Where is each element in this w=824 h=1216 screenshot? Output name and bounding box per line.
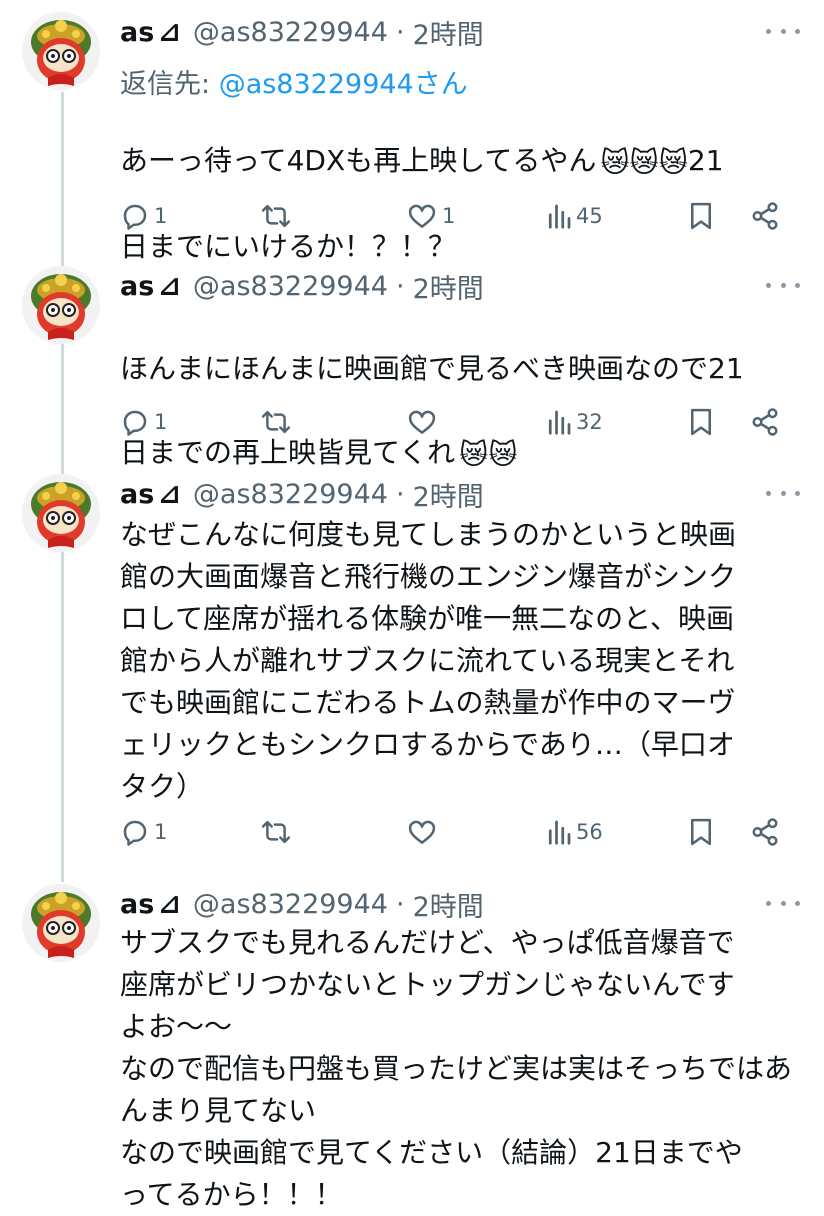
bookmark-icon [691, 818, 711, 846]
more-icon[interactable] [766, 16, 800, 46]
name-badge: ⊿ [158, 16, 181, 48]
more-icon[interactable] [766, 270, 800, 300]
retweet-icon [261, 204, 291, 228]
display-name[interactable]: as [120, 271, 154, 302]
retweet-button[interactable] [260, 402, 296, 442]
separator-dot: · [395, 888, 405, 920]
user-handle[interactable]: @as83229944 [193, 479, 388, 510]
view-count: 32 [576, 410, 603, 434]
heart-icon [408, 820, 436, 844]
separator-dot: · [395, 16, 405, 48]
reply-count: 1 [154, 410, 168, 434]
avatar[interactable] [22, 12, 100, 90]
action-bar: 1 1 45 [120, 196, 784, 236]
tweet-header: as ⊿ @as83229944 · 2時間 [120, 12, 484, 52]
crying-cat-emoji: 😿😿😿 [600, 146, 688, 179]
timestamp[interactable]: 2時間 [413, 475, 484, 514]
display-name[interactable]: as [120, 479, 154, 510]
display-name[interactable]: as [120, 889, 154, 920]
reply-icon [123, 820, 147, 846]
views-icon [548, 820, 571, 845]
timestamp[interactable]: 2時間 [413, 13, 484, 52]
tweet[interactable]: as ⊿ @as83229944 · 2時間 なぜこんなに何度も見てしまうのかと… [0, 474, 824, 874]
share-button[interactable] [750, 812, 780, 852]
reply-button[interactable]: 1 [120, 196, 167, 236]
name-badge: ⊿ [158, 888, 181, 920]
view-count: 45 [576, 204, 603, 228]
avatar[interactable] [22, 266, 100, 344]
reply-icon [123, 204, 147, 230]
tweet-text-line: あーっ待って4DXも再上映してるやん [120, 144, 597, 177]
tweet-text: なぜこんなに何度も見てしまうのかというと映画 館の大画面爆音と飛行機のエンジン爆… [120, 518, 737, 803]
avatar[interactable] [22, 474, 100, 552]
view-count: 56 [576, 820, 603, 844]
separator-dot: · [395, 478, 405, 510]
views-button[interactable]: 45 [546, 196, 603, 236]
reply-button[interactable]: 1 [120, 812, 167, 852]
like-button[interactable] [406, 812, 442, 852]
user-handle[interactable]: @as83229944 [193, 271, 388, 302]
share-icon [752, 202, 778, 230]
tweet-text: ほんまにほんまに映画館で見るべき映画なので21 日までの再上映皆見てくれ 😿😿 [120, 306, 800, 476]
retweet-icon [261, 820, 291, 844]
reply-count: 1 [154, 820, 168, 844]
bookmark-button[interactable] [688, 196, 714, 236]
avatar[interactable] [22, 884, 100, 962]
retweet-icon [261, 410, 291, 434]
action-bar: 1 32 [120, 402, 784, 442]
share-button[interactable] [750, 196, 780, 236]
reply-count: 1 [154, 204, 168, 228]
timestamp[interactable]: 2時間 [413, 885, 484, 924]
tweet-text: サブスクでも見れるんだけど、やっぱ低音爆音で 座席がビリつかないとトップガンじゃ… [120, 926, 793, 1211]
bookmark-icon [691, 202, 711, 230]
more-icon[interactable] [766, 888, 800, 918]
tweet[interactable]: as ⊿ @as83229944 · 2時間 ほんまにほんまに映画館で見るべき映… [0, 266, 824, 471]
more-icon[interactable] [766, 478, 800, 508]
reply-to-mention[interactable]: @as83229944さん [219, 69, 468, 100]
reply-button[interactable]: 1 [120, 402, 167, 442]
reply-to-line: 返信先: @as83229944さん [120, 62, 468, 101]
name-badge: ⊿ [158, 270, 181, 302]
user-handle[interactable]: @as83229944 [193, 889, 388, 920]
views-icon [548, 410, 571, 435]
action-bar: 1 56 [120, 812, 784, 852]
heart-icon [408, 204, 436, 228]
separator-dot: · [395, 270, 405, 302]
retweet-button[interactable] [260, 196, 296, 236]
tweet-header: as ⊿ @as83229944 · 2時間 [120, 474, 484, 514]
timestamp[interactable]: 2時間 [413, 267, 484, 306]
share-button[interactable] [750, 402, 780, 442]
retweet-button[interactable] [260, 812, 296, 852]
share-icon [752, 408, 778, 436]
like-count: 1 [442, 204, 456, 228]
tweet[interactable]: as ⊿ @as83229944 · 2時間 返信先: @as83229944さ… [0, 12, 824, 263]
tweet-header: as ⊿ @as83229944 · 2時間 [120, 884, 484, 924]
like-button[interactable] [406, 402, 442, 442]
user-handle[interactable]: @as83229944 [193, 17, 388, 48]
tweet-header: as ⊿ @as83229944 · 2時間 [120, 266, 484, 306]
views-button[interactable]: 56 [546, 812, 603, 852]
share-icon [752, 818, 778, 846]
reply-to-prefix: 返信先: [120, 69, 219, 100]
views-button[interactable]: 32 [546, 402, 603, 442]
tweet-text: あーっ待って4DXも再上映してるやん 😿😿😿21 日までにいけるか！？！？ [120, 98, 800, 268]
tweet-text-line-tail: 21 [687, 144, 724, 177]
tweet-text-line: ほんまにほんまに映画館で見るべき映画なので21 [120, 352, 744, 385]
reply-icon [123, 410, 147, 436]
like-button[interactable]: 1 [406, 196, 455, 236]
bookmark-icon [691, 408, 711, 436]
name-badge: ⊿ [158, 478, 181, 510]
bookmark-button[interactable] [688, 812, 714, 852]
heart-icon [408, 410, 436, 434]
bookmark-button[interactable] [688, 402, 714, 442]
views-icon [548, 204, 571, 229]
tweet[interactable]: as ⊿ @as83229944 · 2時間 サブスクでも見れるんだけど、やっぱ… [0, 884, 824, 1211]
display-name[interactable]: as [120, 17, 154, 48]
